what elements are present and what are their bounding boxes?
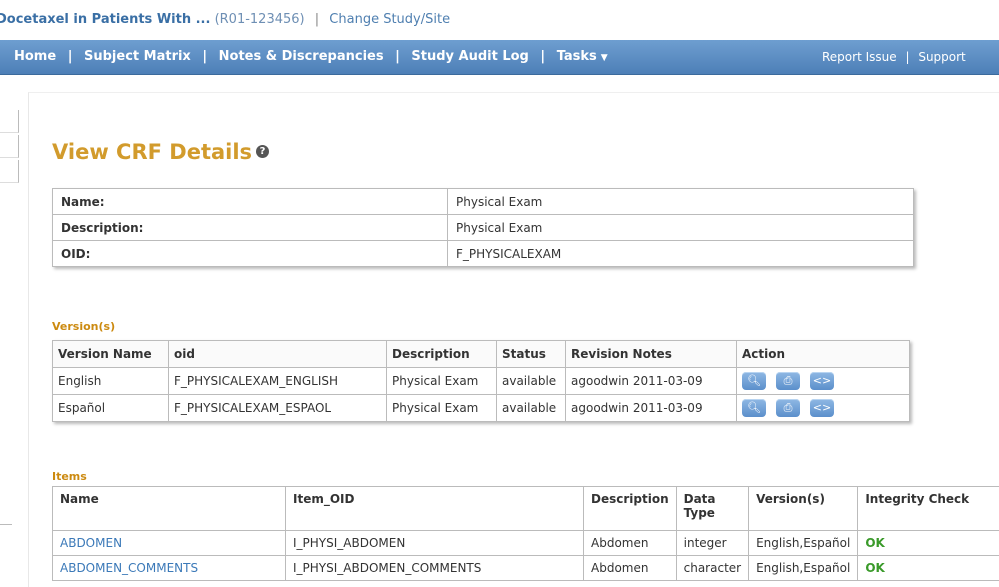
nav-separator: | <box>540 49 545 64</box>
item-integrity-check: OK <box>858 531 999 556</box>
print-icon[interactable]: ⎙ <box>776 372 800 390</box>
print-icon[interactable]: ⎙ <box>776 399 800 417</box>
view-icon[interactable]: 🔍︎ <box>742 399 766 417</box>
item-versions: English,Español <box>749 531 858 556</box>
table-header-row: Version Name oid Description Status Revi… <box>53 341 910 368</box>
item-name-link[interactable]: ABDOMEN_COMMENTS <box>53 556 286 581</box>
crf-description-label: Description: <box>53 215 448 241</box>
study-separator: | <box>315 12 319 27</box>
version-oid: F_PHYSICALEXAM_ENGLISH <box>169 368 387 395</box>
col-item-oid: Item_OID <box>286 487 584 531</box>
study-bar: Docetaxel in Patients With ... (R01-1234… <box>0 0 999 40</box>
col-status: Status <box>497 341 566 368</box>
item-description: Abdomen <box>584 556 677 581</box>
crf-oid-value: F_PHYSICALEXAM <box>448 241 914 267</box>
study-name[interactable]: Docetaxel in Patients With ... <box>0 12 210 27</box>
nav-home[interactable]: Home <box>14 49 56 64</box>
main-nav: Home | Subject Matrix | Notes & Discrepa… <box>0 40 999 75</box>
version-notes: agoodwin 2011-03-09 <box>566 368 737 395</box>
col-description: Description <box>584 487 677 531</box>
version-status: available <box>497 395 566 422</box>
col-revision-notes: Revision Notes <box>566 341 737 368</box>
table-row: ABDOMEN_COMMENTS I_PHYSI_ABDOMEN_COMMENT… <box>53 556 999 581</box>
view-icon[interactable]: 🔍︎ <box>742 372 766 390</box>
change-study-link[interactable]: Change Study/Site <box>329 12 450 27</box>
item-type: character <box>676 556 748 581</box>
col-description: Description <box>387 341 497 368</box>
table-row: English F_PHYSICALEXAM_ENGLISH Physical … <box>53 368 910 395</box>
table-header-row: Name Item_OID Description Data Type Vers… <box>53 487 999 531</box>
crf-description-value: Physical Exam <box>448 215 914 241</box>
version-name: Español <box>53 395 169 422</box>
item-oid: I_PHYSI_ABDOMEN_COMMENTS <box>286 556 584 581</box>
divider <box>0 524 12 525</box>
study-id: (R01-123456) <box>215 12 305 27</box>
version-description: Physical Exam <box>387 368 497 395</box>
code-icon[interactable]: <> <box>810 399 834 417</box>
item-description: Abdomen <box>584 531 677 556</box>
col-versions: Version(s) <box>749 487 858 531</box>
version-status: available <box>497 368 566 395</box>
nav-separator: | <box>395 49 400 64</box>
table-row: ABDOMEN I_PHYSI_ABDOMEN Abdomen integer … <box>53 531 999 556</box>
col-action: Action <box>737 341 910 368</box>
crf-info-table: Name: Physical Exam Description: Physica… <box>52 188 914 267</box>
nav-right-separator: | <box>905 50 909 64</box>
version-actions: 🔍︎ ⎙ <> <box>737 395 910 422</box>
col-data-type: Data Type <box>676 487 748 531</box>
nav-tasks[interactable]: Tasks ▼ <box>557 49 608 64</box>
nav-study-audit-log[interactable]: Study Audit Log <box>411 49 528 64</box>
nav-right: Report Issue | Support <box>822 40 966 74</box>
sidebar-tab[interactable] <box>0 160 19 183</box>
crf-oid-label: OID: <box>53 241 448 267</box>
left-sidebar-collapsed <box>0 110 22 210</box>
items-section-label: Items <box>52 470 87 483</box>
support-link[interactable]: Support <box>918 50 965 64</box>
nav-notes-discrepancies[interactable]: Notes & Discrepancies <box>219 49 384 64</box>
col-integrity-check: Integrity Check <box>858 487 999 531</box>
nav-separator: | <box>68 49 73 64</box>
version-actions: 🔍︎ ⎙ <> <box>737 368 910 395</box>
nav-subject-matrix[interactable]: Subject Matrix <box>84 49 191 64</box>
crf-name-label: Name: <box>53 189 448 215</box>
nav-tasks-label: Tasks <box>557 49 597 64</box>
crf-name-value: Physical Exam <box>448 189 914 215</box>
sidebar-tab[interactable] <box>0 110 19 133</box>
col-version-name: Version Name <box>53 341 169 368</box>
sidebar-tab[interactable] <box>0 135 19 158</box>
table-row: Name: Physical Exam <box>53 189 914 215</box>
item-oid: I_PHYSI_ABDOMEN <box>286 531 584 556</box>
page-title-text: View CRF Details <box>52 140 252 164</box>
versions-section-label: Version(s) <box>52 320 115 333</box>
version-description: Physical Exam <box>387 395 497 422</box>
table-row: OID: F_PHYSICALEXAM <box>53 241 914 267</box>
version-oid: F_PHYSICALEXAM_ESPAOL <box>169 395 387 422</box>
nav-left: Home | Subject Matrix | Notes & Discrepa… <box>14 40 608 75</box>
item-versions: English,Español <box>749 556 858 581</box>
table-row: Description: Physical Exam <box>53 215 914 241</box>
item-name-link[interactable]: ABDOMEN <box>53 531 286 556</box>
versions-table: Version Name oid Description Status Revi… <box>52 340 910 422</box>
col-oid: oid <box>169 341 387 368</box>
col-name: Name <box>53 487 286 531</box>
help-icon[interactable]: ? <box>256 145 269 158</box>
item-type: integer <box>676 531 748 556</box>
report-issue-link[interactable]: Report Issue <box>822 50 897 64</box>
version-name: English <box>53 368 169 395</box>
table-row: Español F_PHYSICALEXAM_ESPAOL Physical E… <box>53 395 910 422</box>
code-icon[interactable]: <> <box>810 372 834 390</box>
item-integrity-check: OK <box>858 556 999 581</box>
chevron-down-icon: ▼ <box>601 53 608 63</box>
version-notes: agoodwin 2011-03-09 <box>566 395 737 422</box>
items-table: Name Item_OID Description Data Type Vers… <box>52 486 999 581</box>
nav-separator: | <box>202 49 207 64</box>
page-title: View CRF Details? <box>52 140 269 164</box>
